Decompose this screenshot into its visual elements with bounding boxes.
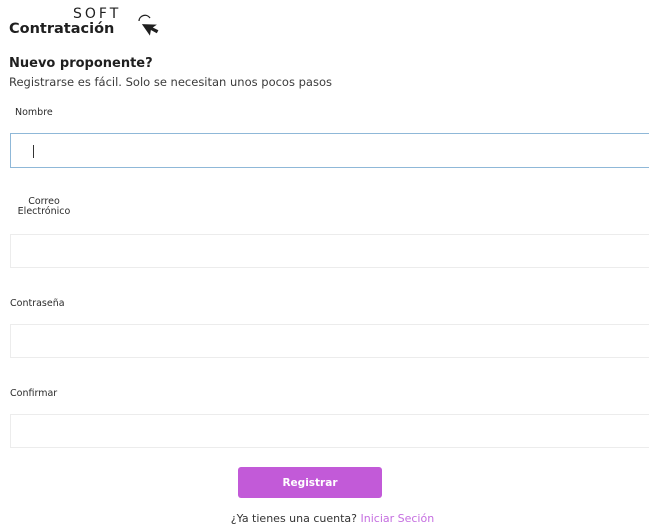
logo: SOFT Contratación [9, 6, 179, 42]
contrasena-label: Contraseña [10, 298, 65, 309]
text-caret [33, 145, 34, 158]
email-input[interactable] [10, 234, 649, 268]
register-page: SOFT Contratación Nuevo proponente? Regi… [0, 0, 649, 527]
logo-soft-text: SOFT [73, 6, 122, 22]
page-title: Nuevo proponente? [9, 56, 153, 71]
cursor-arrow-icon [138, 14, 159, 36]
logo-main-text: Contratación [9, 21, 115, 37]
page-subtitle: Registrarse es fácil. Solo se necesitan … [9, 75, 332, 89]
login-link[interactable]: Iniciar Seción [361, 512, 435, 525]
correo-label: Correo Electrónico [10, 197, 78, 217]
login-prompt-text: ¿Ya tienes una cuenta? [230, 512, 357, 525]
nombre-label: Nombre [15, 107, 53, 118]
correo-label-line2: Electrónico [17, 206, 71, 217]
login-prompt: ¿Ya tienes una cuenta? Iniciar Seción [0, 512, 649, 525]
password-input[interactable] [10, 324, 649, 358]
confirmar-label: Confirmar [10, 388, 58, 399]
nombre-input[interactable] [10, 133, 649, 168]
confirm-password-input[interactable] [10, 414, 649, 448]
register-button[interactable]: Registrar [238, 467, 382, 498]
